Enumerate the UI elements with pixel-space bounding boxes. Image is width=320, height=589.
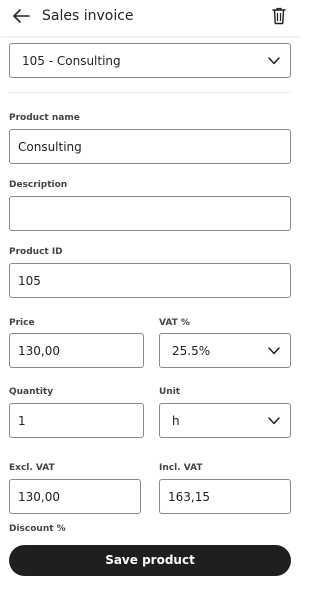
quantity-value: 1 [18,414,26,428]
product-id-field[interactable]: 105 [9,263,291,298]
description-field[interactable] [9,196,291,231]
divider [9,92,291,93]
unit-select[interactable]: h [159,403,291,438]
save-product-button[interactable]: Save product [9,545,291,576]
price-label: Price [9,318,35,328]
product-id-label: Product ID [9,247,63,257]
price-field[interactable]: 130,00 [9,333,144,368]
vat-label: VAT % [159,318,190,328]
trash-icon [272,7,286,25]
product-select-value: 105 - Consulting [22,54,121,68]
product-name-label: Product name [9,113,80,123]
excl-vat-label: Excl. VAT [9,463,55,473]
back-button[interactable] [10,6,32,26]
chevron-down-icon [268,57,280,65]
unit-value: h [172,414,180,428]
incl-vat-label: Incl. VAT [159,463,203,473]
unit-label: Unit [159,387,181,397]
description-label: Description [9,180,68,190]
arrow-left-icon [13,9,30,23]
product-select[interactable]: 105 - Consulting [9,43,291,78]
price-value: 130,00 [18,344,60,358]
quantity-label: Quantity [9,387,54,397]
product-name-field[interactable]: Consulting [9,129,291,164]
incl-vat-value: 163,15 [168,490,210,504]
sales-invoice-product-screen: Sales invoice 105 - Consulting Product n… [0,0,300,589]
quantity-field[interactable]: 1 [9,403,144,438]
vat-value: 25.5% [172,344,211,358]
delete-button[interactable] [271,6,287,26]
chevron-down-icon [268,417,280,425]
excl-vat-value: 130,00 [18,490,60,504]
product-id-value: 105 [18,274,41,288]
page-title: Sales invoice [42,8,134,24]
product-name-value: Consulting [18,140,82,154]
vat-select[interactable]: 25.5% [159,333,291,368]
chevron-down-icon [268,347,280,355]
excl-vat-field[interactable]: 130,00 [9,479,141,514]
top-app-bar: Sales invoice [0,0,300,36]
incl-vat-field[interactable]: 163,15 [159,479,291,514]
